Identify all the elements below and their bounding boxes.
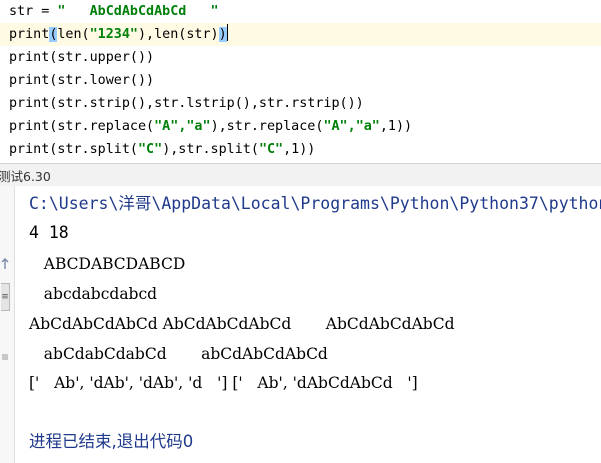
code-line-6[interactable]: print(str.replace("A","a"),str.replace("… [9, 115, 412, 138]
code-line-3[interactable]: print(str.upper()) [9, 46, 154, 69]
code-text: ),str.split( [162, 142, 259, 157]
run-tool-window-header: 测试6.30 [0, 163, 601, 187]
console-line-output: abCdabCdabCd abCdAbCdAbCd [29, 345, 328, 363]
code-editor[interactable]: str = " AbCdAbCdAbCd " print(len("1234")… [0, 0, 601, 163]
code-text: print(str.strip(),str.lstrip(),str.rstri… [9, 96, 364, 111]
string-literal: "C" [138, 142, 163, 157]
code-text: ),str.replace( [210, 119, 324, 134]
console-line-output: [' Ab', 'dAb', 'dAb', 'd '] [' Ab', 'dAb… [29, 374, 418, 392]
run-console[interactable]: C:\Users\洋哥\AppData\Local\Programs\Pytho… [15, 186, 601, 463]
code-text: print [9, 27, 50, 42]
code-text: len( [57, 27, 90, 42]
code-text: ,1)) [379, 119, 413, 134]
toggle-soft-wrap-icon[interactable]: ≡ [1, 283, 10, 311]
code-text: print(str.upper()) [9, 50, 155, 65]
string-literal: " AbCdAbCdAbCd " [57, 4, 219, 19]
print-icon[interactable] [1, 352, 9, 362]
code-text: print(str.lower()) [9, 73, 155, 88]
code-text: print(str.split( [9, 142, 138, 157]
bracket-match-close: ) [218, 27, 227, 42]
text-caret [226, 24, 228, 41]
run-tab-label[interactable]: 测试6.30 [0, 166, 51, 185]
string-literal: , [347, 119, 356, 134]
console-line-output: ABCDABCDABCD [29, 255, 186, 273]
console-line-output: AbCdAbCdAbCd AbCdAbCdAbCd AbCdAbCdAbCd [29, 315, 455, 333]
code-text: str = [9, 4, 58, 19]
code-text: ),len(str) [138, 27, 219, 42]
console-line-output: 4 18 [29, 223, 69, 242]
code-line-7[interactable]: print(str.split("C"),str.split("C",1)) [9, 138, 315, 161]
console-line-exit-code: 进程已结束,退出代码0 [29, 432, 194, 451]
code-text: print(str.replace( [9, 119, 155, 134]
code-line-4[interactable]: print(str.lower()) [9, 69, 154, 92]
string-literal: "a" [186, 119, 211, 134]
code-text: ,1)) [283, 142, 316, 157]
code-line-1[interactable]: str = " AbCdAbCdAbCd " [9, 0, 219, 23]
console-line-command: C:\Users\洋哥\AppData\Local\Programs\Pytho… [29, 194, 601, 213]
string-literal: "1234" [89, 27, 138, 42]
code-line-2-current[interactable]: print(len("1234"),len(str)) [0, 23, 601, 46]
string-literal: "C" [258, 142, 284, 157]
code-line-5[interactable]: print(str.strip(),str.lstrip(),str.rstri… [9, 92, 364, 115]
arrow-up-icon[interactable] [1, 258, 9, 270]
console-line-output: abcdabcdabcd [29, 285, 158, 303]
string-literal: "a" [355, 119, 380, 134]
string-literal: "A" [154, 119, 179, 134]
run-toolbar: ≡ [0, 186, 15, 463]
string-literal: "A" [323, 119, 348, 134]
